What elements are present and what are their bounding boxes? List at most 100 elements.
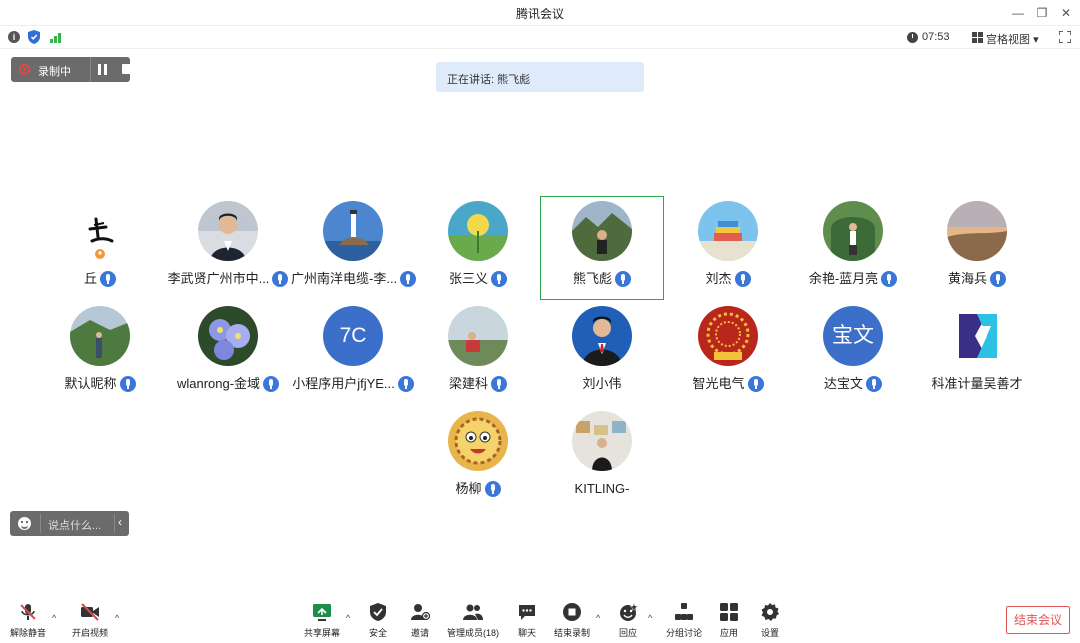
participant-tile[interactable]: 梁建科	[416, 301, 540, 405]
participant-name: 智光电气	[692, 375, 745, 391]
stop-recording-button[interactable]: 结束录制	[552, 602, 592, 642]
participant-name: 刘小伟	[582, 375, 622, 391]
participant-name-row: 梁建科	[416, 374, 540, 392]
participant-name: 余艳-蓝月亮	[808, 270, 879, 286]
participant-avatar	[448, 201, 508, 261]
handwriting-logo-avatar	[70, 201, 130, 261]
signal-icon[interactable]	[50, 31, 64, 43]
participant-tile[interactable]: 默认昵称	[38, 301, 162, 405]
chevron-up-icon[interactable]: ^	[115, 613, 119, 623]
unmute-label: 解除静音	[9, 628, 46, 638]
participant-name: 李武贤广州市中...	[167, 270, 270, 286]
restore-icon[interactable]: ❐	[1032, 4, 1052, 22]
chat-input-placeholder[interactable]: 说点什么...	[48, 517, 101, 533]
participant-tile[interactable]: 智光电气	[666, 301, 790, 405]
participant-name: 丘	[83, 270, 97, 286]
mic-icon	[397, 375, 414, 392]
participant-tile[interactable]: 科准计量吴善才	[915, 301, 1039, 405]
participant-name: 达宝文	[823, 375, 863, 391]
participant-tile[interactable]: 宝文 达宝文	[791, 301, 915, 405]
participant-tile[interactable]: 刘杰	[666, 196, 790, 300]
mic-icon	[484, 480, 501, 497]
invite-button[interactable]: 邀请	[402, 602, 438, 642]
chat-label: 聊天	[517, 628, 536, 638]
participant-name: 科准计量吴善才	[931, 375, 1023, 391]
participant-name-row: 小程序用户jfjYE...	[291, 374, 415, 392]
participant-avatar	[323, 201, 383, 261]
stop-record-icon	[563, 603, 581, 621]
chat-icon	[519, 605, 535, 620]
end-meeting-button[interactable]: 结束会议	[1006, 606, 1070, 634]
chevron-up-icon[interactable]: ^	[52, 613, 56, 623]
participant-avatar	[698, 201, 758, 261]
settings-button[interactable]: 设置	[752, 602, 788, 642]
minimize-icon[interactable]: —	[1008, 4, 1028, 22]
speaking-indicator: 正在讲话: 熊飞彪	[436, 62, 644, 92]
chat-quick-input[interactable]: 说点什么... ‹	[10, 511, 129, 536]
participant-name-row: 默认昵称	[38, 374, 162, 392]
participant-tile[interactable]: 李武贤广州市中...	[166, 196, 290, 300]
fullscreen-icon[interactable]	[1059, 31, 1071, 43]
emoji-icon[interactable]	[18, 517, 31, 530]
participant-avatar	[70, 306, 130, 366]
view-mode-dropdown[interactable]: 宫格视图 ▾	[986, 31, 1039, 47]
start-video-button[interactable]: 开启视频	[70, 602, 110, 642]
meeting-timer: 07:53	[922, 31, 950, 43]
participant-tile[interactable]: 刘小伟	[540, 301, 664, 405]
bottom-toolbar: 解除静音 ^ 开启视频 ^ 共享屏幕 ^ 安全 邀请 管理成员(18) 聊天 结…	[0, 598, 1080, 643]
unmute-button[interactable]: 解除静音	[8, 602, 48, 642]
participant-avatar	[947, 201, 1007, 261]
divider	[114, 514, 115, 533]
security-button[interactable]: 安全	[360, 602, 396, 642]
participant-avatar-initials: 宝文	[823, 306, 883, 366]
participant-name: 默认昵称	[64, 375, 117, 391]
close-icon[interactable]: ✕	[1056, 4, 1076, 22]
participant-tile[interactable]: 广州南洋电缆-李...	[291, 196, 417, 300]
participant-name: wlanrong-金域	[176, 375, 261, 391]
participant-name: 广州南洋电缆-李...	[291, 270, 398, 286]
participant-tile[interactable]: KITLING-	[540, 406, 664, 510]
apps-button[interactable]: 应用	[711, 602, 747, 642]
mic-icon	[400, 270, 417, 287]
participant-name: 熊飞彪	[572, 270, 612, 286]
participant-avatar	[947, 306, 1007, 366]
chevron-up-icon[interactable]: ^	[648, 613, 652, 623]
stop-icon[interactable]	[122, 64, 132, 74]
participant-name-row: 刘小伟	[540, 374, 664, 392]
participant-tile[interactable]: 杨柳	[416, 406, 540, 510]
participant-tile[interactable]: 丘	[38, 196, 162, 300]
chevron-left-icon[interactable]: ‹	[118, 515, 122, 529]
shield-icon[interactable]	[28, 30, 40, 44]
manage-members-button[interactable]: 管理成员(18)	[445, 602, 501, 642]
chevron-up-icon[interactable]: ^	[346, 613, 350, 623]
pause-icon[interactable]	[97, 64, 108, 75]
share-screen-button[interactable]: 共享屏幕	[302, 602, 342, 642]
participant-tile-speaking[interactable]: 熊飞彪	[540, 196, 664, 300]
settings-label: 设置	[760, 628, 779, 638]
participant-tile[interactable]: 张三义	[416, 196, 540, 300]
clock-icon	[907, 32, 918, 43]
participant-tile[interactable]: 余艳-蓝月亮	[791, 196, 915, 300]
participant-name: 梁建科	[448, 375, 488, 391]
participant-tile[interactable]: 黄海兵	[915, 196, 1039, 300]
chat-button[interactable]: 聊天	[509, 602, 545, 642]
reactions-button[interactable]: 回应	[610, 602, 646, 642]
share-screen-label: 共享屏幕	[303, 628, 340, 638]
mic-icon	[272, 270, 289, 287]
mic-icon	[990, 270, 1006, 287]
participant-name-row: 李武贤广州市中...	[166, 269, 290, 287]
participant-name-row: 广州南洋电缆-李...	[291, 269, 417, 287]
info-bar: i 07:53 宫格视图 ▾	[0, 27, 1080, 49]
participant-name-row: 张三义	[416, 269, 540, 287]
participant-avatar	[698, 306, 758, 366]
participant-name-row: 熊飞彪	[541, 269, 663, 287]
breakout-button[interactable]: 分组讨论	[662, 602, 706, 642]
participant-tile[interactable]: wlanrong-金域	[166, 301, 290, 405]
grid-view-icon[interactable]	[972, 32, 983, 43]
info-icon[interactable]: i	[8, 31, 20, 43]
participant-tile[interactable]: 7C 小程序用户jfjYE...	[291, 301, 415, 405]
shield-icon	[370, 603, 386, 621]
chevron-up-icon[interactable]: ^	[596, 613, 600, 623]
video-off-icon	[81, 603, 99, 621]
manage-members-label: 管理成员(18)	[446, 628, 499, 638]
